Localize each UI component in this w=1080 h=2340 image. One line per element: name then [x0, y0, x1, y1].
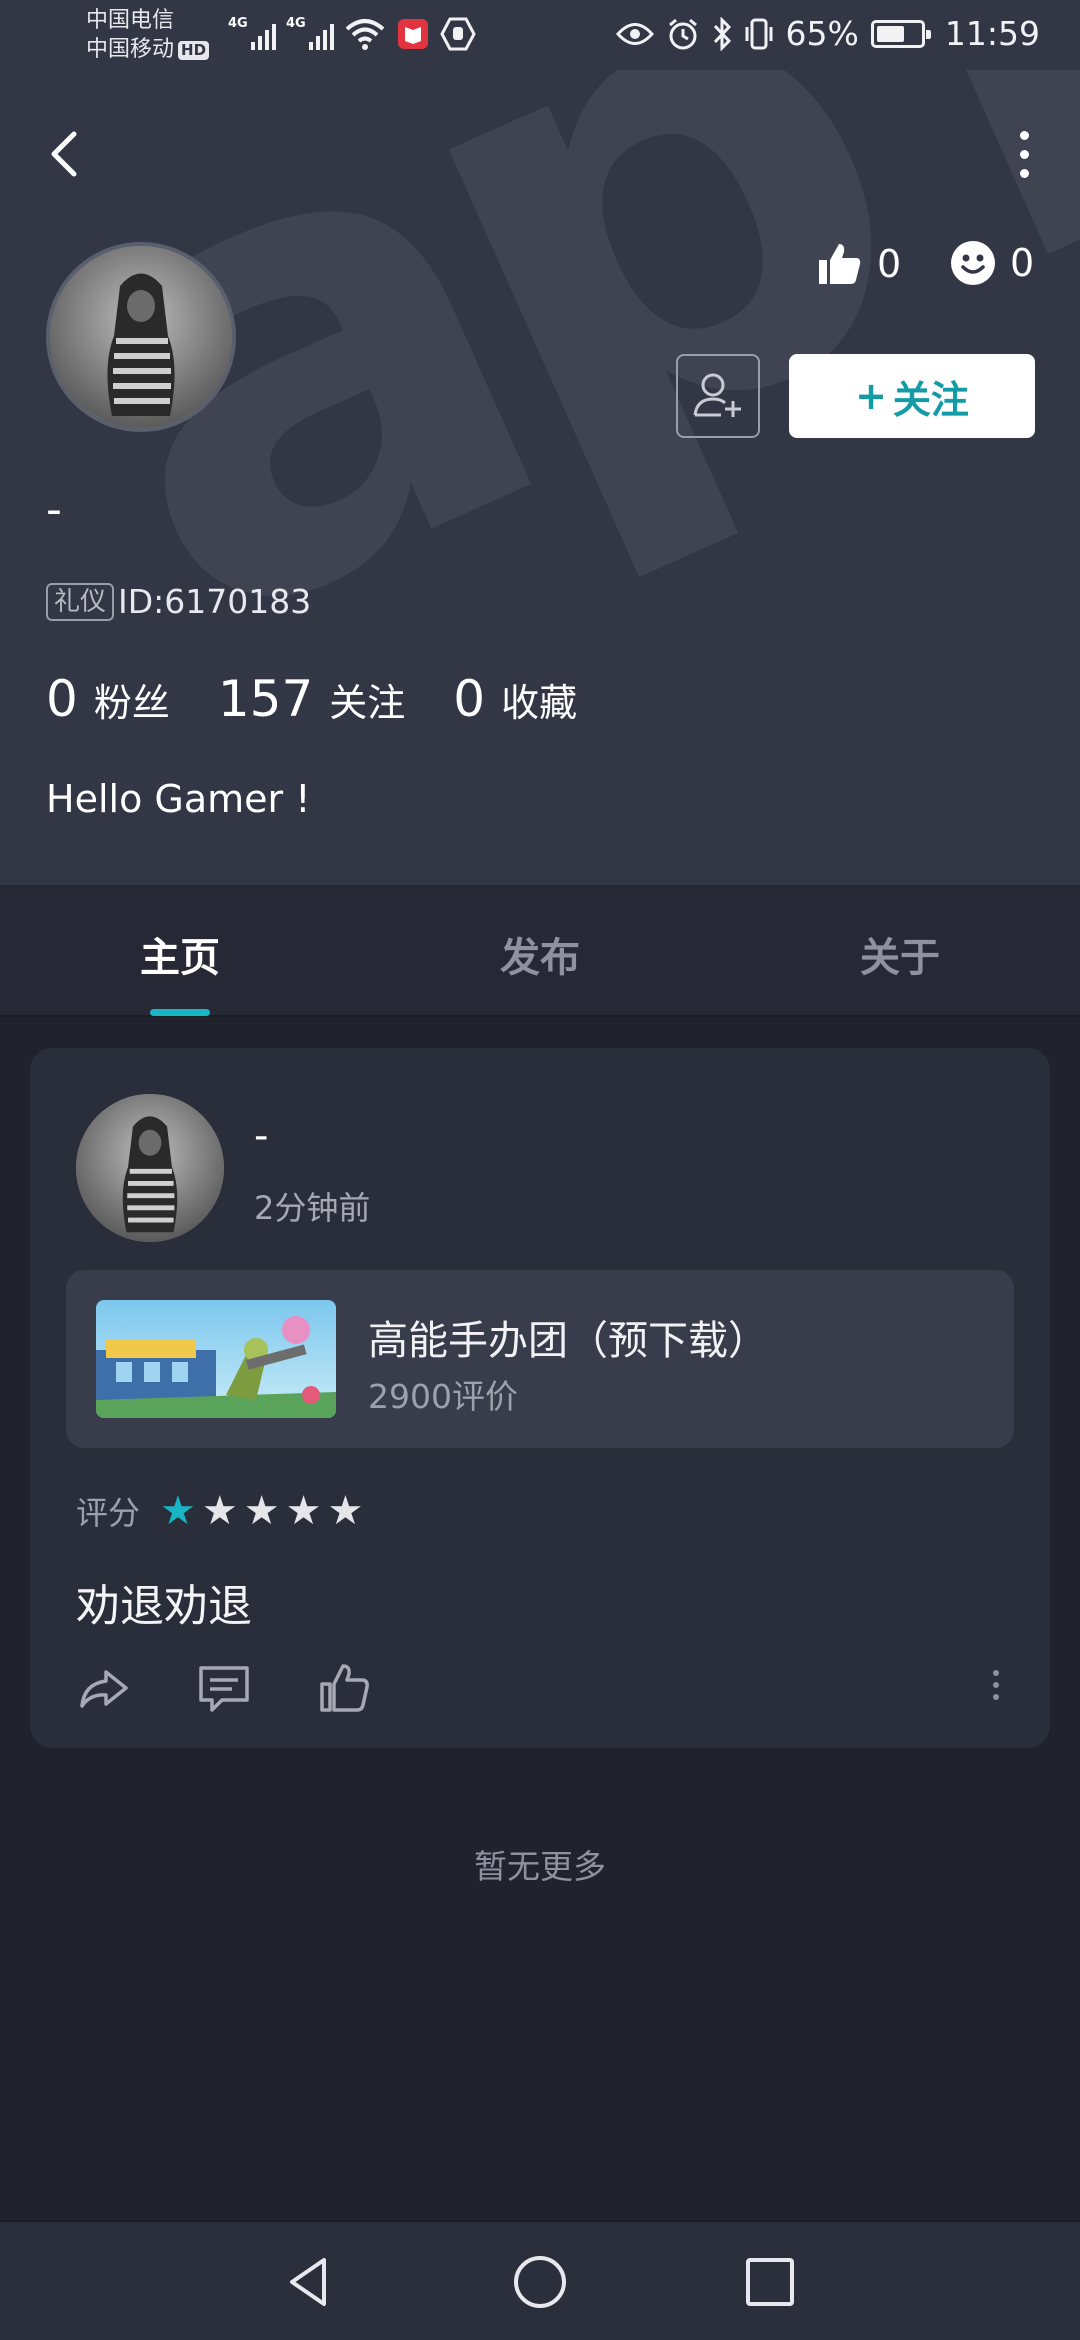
emoji-stat[interactable]: 0	[950, 240, 1034, 286]
profile-bio: Hello Gamer !	[46, 777, 311, 821]
star-empty-icon: ★	[327, 1488, 364, 1534]
signal-icon: 4G	[286, 16, 334, 52]
bluetooth-icon	[713, 16, 731, 51]
rating-row: 评分 ★ ★ ★ ★ ★	[76, 1488, 363, 1534]
follow-button[interactable]: + 关注	[789, 354, 1035, 438]
more-options-button[interactable]	[996, 122, 1052, 186]
card-more-button[interactable]	[986, 1670, 1006, 1710]
game-title: 高能手办团（预下载）	[368, 1318, 768, 1364]
reader-app-icon	[398, 19, 428, 49]
profile-nickname: -	[46, 484, 62, 535]
following-count[interactable]: 157	[218, 670, 313, 728]
hand-app-icon	[440, 17, 476, 51]
profile-stats: 0 粉丝 157 关注 0 收藏	[46, 670, 625, 728]
review-text: 劝退劝退	[76, 1581, 252, 1632]
eye-icon	[615, 22, 654, 45]
user-id: ID:6170183	[118, 582, 312, 621]
nav-home-icon[interactable]	[510, 2252, 570, 2312]
plus-icon: +	[855, 374, 887, 418]
profile-avatar[interactable]	[46, 242, 236, 432]
review-actions	[76, 1660, 1006, 1720]
comment-icon[interactable]	[196, 1660, 252, 1716]
user-id-row: 礼仪 ID:6170183	[46, 582, 311, 621]
share-icon[interactable]	[76, 1660, 132, 1716]
profile-tabs: 主页 发布 关于	[0, 885, 1080, 1017]
id-badge: 礼仪	[46, 582, 115, 621]
rating-label: 评分	[76, 1494, 141, 1532]
battery-percent: 65%	[785, 14, 859, 53]
review-author-name[interactable]: -	[254, 1114, 268, 1158]
nav-recents-icon[interactable]	[740, 2252, 800, 2312]
star-empty-icon: ★	[201, 1488, 238, 1534]
thumbs-up-outline-icon[interactable]	[316, 1660, 372, 1716]
star-empty-icon: ★	[243, 1488, 280, 1534]
game-link[interactable]: 高能手办团（预下载） 2900评价	[66, 1270, 1014, 1448]
follow-label: 关注	[892, 377, 969, 422]
battery-icon	[870, 19, 931, 48]
nav-back-icon[interactable]	[280, 2252, 340, 2312]
review-author-avatar[interactable]	[76, 1094, 224, 1242]
favorites-label[interactable]: 收藏	[501, 672, 577, 727]
tab-about[interactable]: 关于	[860, 925, 940, 983]
add-user-icon	[693, 373, 741, 417]
add-friend-button[interactable]	[676, 354, 760, 438]
carrier-2: 中国移动	[86, 37, 175, 62]
rating-stars: ★ ★ ★ ★ ★	[160, 1489, 363, 1533]
system-nav-bar	[0, 2220, 1080, 2340]
vibrate-icon	[745, 18, 773, 49]
profile-header: apTap 0 0	[0, 70, 1080, 885]
star-filled-icon: ★	[160, 1488, 196, 1534]
review-card[interactable]: - 2分钟前 高能手办团（预下载） 2900评价 评分 ★ ★ ★ ★ ★ 劝退…	[30, 1048, 1050, 1748]
game-review-count: 2900评价	[368, 1377, 518, 1416]
clock: 11:59	[944, 14, 1040, 53]
hd-badge: HD	[178, 40, 210, 60]
following-label[interactable]: 关注	[329, 672, 405, 727]
status-icons-left: 4G 4G	[228, 16, 476, 52]
status-icons-right: 65% 11:59	[615, 14, 1040, 53]
back-button[interactable]	[40, 128, 92, 180]
thumbs-up-icon	[819, 244, 861, 284]
carrier-info: 中国电信 中国移动 HD	[86, 6, 210, 64]
signal-icon: 4G	[228, 16, 276, 52]
wifi-icon	[345, 19, 385, 50]
tab-home[interactable]: 主页	[140, 925, 220, 983]
fans-label[interactable]: 粉丝	[94, 672, 170, 727]
tab-posts[interactable]: 发布	[500, 925, 580, 983]
no-more-text: 暂无更多	[474, 1847, 606, 1886]
likes-count: 0	[877, 242, 902, 286]
status-bar: 中国电信 中国移动 HD 4G 4G 65% 11:59	[0, 0, 1080, 70]
game-thumbnail	[96, 1300, 336, 1418]
star-empty-icon: ★	[285, 1488, 322, 1534]
review-time: 2分钟前	[254, 1189, 371, 1227]
likes-stat[interactable]: 0	[815, 240, 901, 288]
smiley-icon	[951, 241, 995, 285]
fans-count[interactable]: 0	[46, 670, 78, 728]
carrier-1: 中国电信	[86, 8, 175, 33]
favorites-count[interactable]: 0	[453, 670, 485, 728]
emoji-count: 0	[1010, 241, 1035, 285]
tab-indicator	[150, 1009, 210, 1016]
alarm-icon	[668, 18, 697, 49]
